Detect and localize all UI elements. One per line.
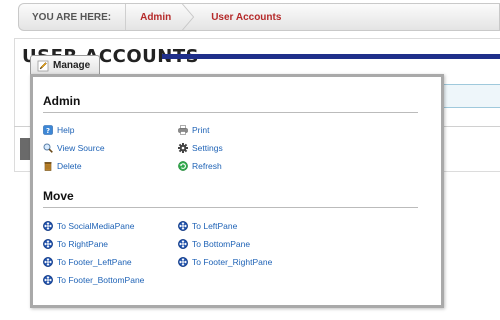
menu-item-label[interactable]: To LeftPane [192, 221, 237, 231]
menu-item-to-socialmediapane[interactable]: To SocialMediaPane [43, 221, 135, 231]
menu-item-label[interactable]: To SocialMediaPane [57, 221, 135, 231]
move-arrows-icon [178, 239, 188, 249]
menu-item-label[interactable]: View Source [57, 143, 105, 153]
admin-section-title: Admin [43, 94, 81, 108]
move-arrows-icon [43, 257, 53, 267]
breadcrumb-item-user-accounts[interactable]: User Accounts [195, 4, 291, 30]
magnifier-icon [43, 143, 53, 153]
menu-item-label[interactable]: Help [57, 125, 74, 135]
menu-item-label[interactable]: To Footer_BottomPane [57, 275, 144, 285]
menu-item-delete[interactable]: Delete [43, 161, 82, 171]
trash-icon [44, 162, 52, 171]
breadcrumb-label[interactable]: Admin [140, 12, 171, 23]
move-arrows-icon [178, 221, 188, 231]
menu-item-to-footer-bottompane[interactable]: To Footer_BottomPane [43, 275, 144, 285]
menu-item-label[interactable]: To RightPane [57, 239, 108, 249]
breadcrumb-label[interactable]: User Accounts [211, 12, 281, 23]
menu-item-to-footer-leftpane[interactable]: To Footer_LeftPane [43, 257, 132, 267]
manage-button[interactable]: Manage [30, 55, 100, 75]
menu-item-label[interactable]: Settings [192, 143, 223, 153]
manage-label[interactable]: Manage [53, 60, 90, 71]
content-strip [440, 84, 500, 108]
title-accent-bar [162, 54, 500, 59]
move-arrows-icon [43, 239, 53, 249]
menu-item-to-footer-rightpane[interactable]: To Footer_RightPane [178, 257, 272, 267]
menu-item-help[interactable]: ? Help [43, 125, 74, 135]
breadcrumb-item-admin[interactable]: Admin [126, 4, 195, 30]
breadcrumb-separator-icon [182, 4, 195, 30]
move-section-title: Move [43, 189, 74, 203]
svg-text:?: ? [46, 127, 50, 135]
move-section-divider [43, 207, 418, 208]
menu-item-refresh[interactable]: Refresh [178, 161, 222, 171]
menu-item-to-leftpane[interactable]: To LeftPane [178, 221, 237, 231]
move-arrows-icon [178, 257, 188, 267]
refresh-icon [178, 161, 188, 171]
menu-item-view-source[interactable]: View Source [43, 143, 105, 153]
menu-item-label[interactable]: Print [192, 125, 209, 135]
breadcrumb: YOU ARE HERE: Admin User Accounts [18, 3, 500, 31]
breadcrumb-prefix: YOU ARE HERE: [19, 4, 127, 30]
menu-item-label[interactable]: To Footer_LeftPane [57, 257, 132, 267]
move-arrows-icon [43, 275, 53, 285]
gear-icon [178, 143, 188, 153]
move-arrows-icon [43, 221, 53, 231]
menu-item-label[interactable]: Delete [57, 161, 82, 171]
menu-item-to-rightpane[interactable]: To RightPane [43, 239, 108, 249]
menu-item-settings[interactable]: Settings [178, 143, 223, 153]
help-icon: ? [43, 125, 53, 135]
divider [440, 126, 500, 127]
menu-item-print[interactable]: Print [178, 125, 209, 135]
admin-section-divider [43, 112, 418, 113]
menu-item-label[interactable]: To Footer_RightPane [192, 257, 272, 267]
menu-item-label[interactable]: Refresh [192, 161, 222, 171]
manage-menu: Admin ? Help Print View Source Settings … [30, 74, 444, 308]
menu-item-label[interactable]: To BottomPane [192, 239, 250, 249]
printer-icon [178, 125, 188, 135]
pencil-icon [37, 60, 49, 71]
menu-item-to-bottompane[interactable]: To BottomPane [178, 239, 250, 249]
